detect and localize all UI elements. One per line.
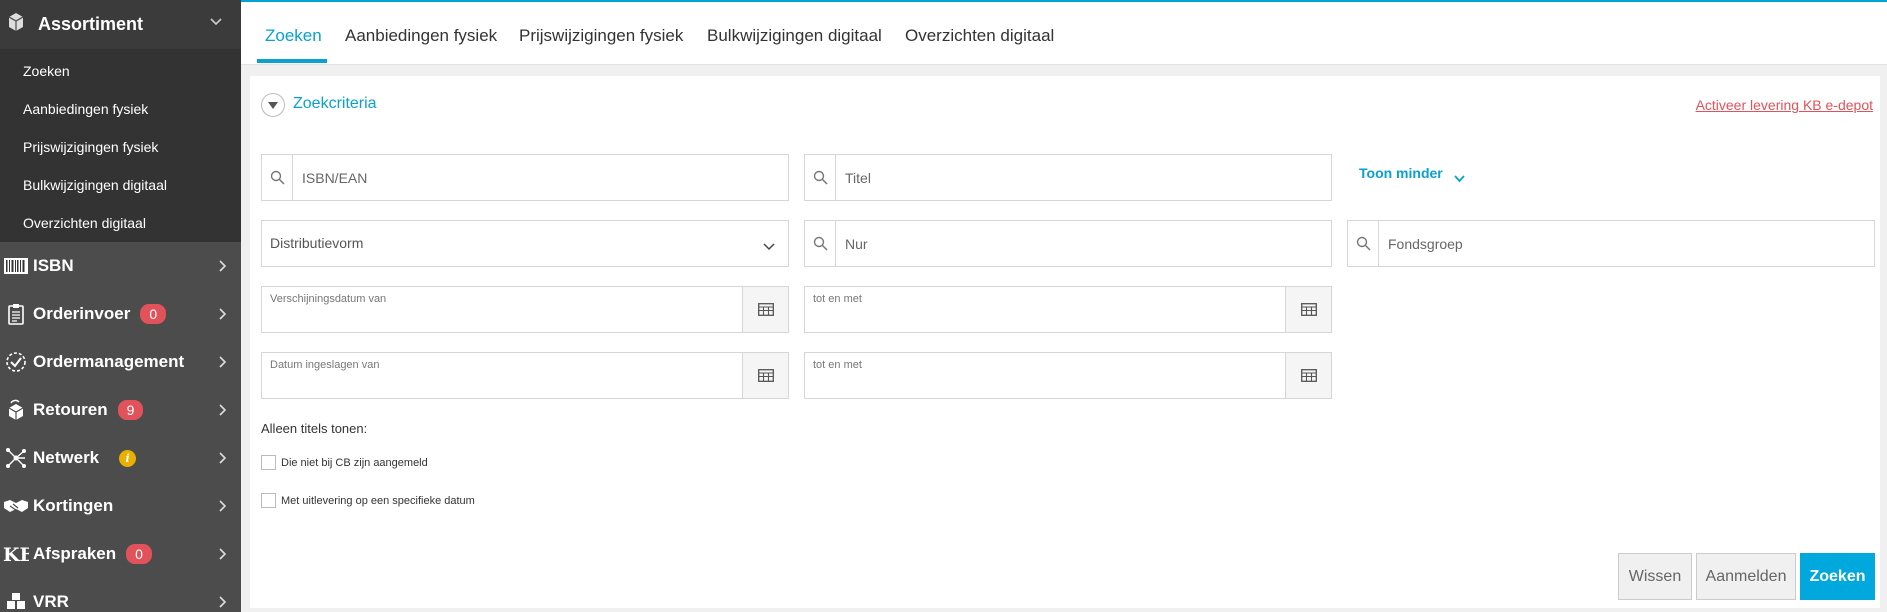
book-box-icon xyxy=(6,11,26,38)
chevron-down-icon xyxy=(209,14,223,33)
calendar-icon[interactable] xyxy=(1285,353,1331,398)
titel-placeholder: Titel xyxy=(845,170,871,186)
kb-logo-icon: KB xyxy=(2,542,29,566)
toon-minder-link[interactable]: Toon minder xyxy=(1359,165,1443,181)
checkbox-row-uitlevering[interactable]: Met uitlevering op een specifieke datum xyxy=(261,493,475,508)
chevron-right-icon xyxy=(218,498,228,518)
checkbox-row-niet-cb[interactable]: Die niet bij CB zijn aangemeld xyxy=(261,455,428,470)
chevron-right-icon xyxy=(218,354,228,374)
verschijningsdatum-tot-field[interactable]: tot en met xyxy=(804,286,1332,333)
chevron-right-icon xyxy=(218,594,228,612)
wissen-button[interactable]: Wissen xyxy=(1618,553,1692,600)
distributievorm-placeholder: Distributievorm xyxy=(270,235,364,251)
checkbox-uitlevering[interactable] xyxy=(261,493,276,508)
search-icon xyxy=(805,155,836,200)
svg-text:KB: KB xyxy=(3,544,29,565)
verschijningsdatum-tot-label: tot en met xyxy=(813,293,862,305)
isbn-field[interactable]: ISBN/EAN xyxy=(261,154,789,201)
sidebar-item-label: VRR xyxy=(33,592,69,611)
fondsgroep-field[interactable]: Fondsgroep xyxy=(1347,220,1875,267)
sidebar-section-assortiment[interactable]: Assortiment xyxy=(0,0,241,49)
barcode-icon xyxy=(2,254,29,278)
calendar-icon[interactable] xyxy=(1285,287,1331,332)
chevron-right-icon xyxy=(218,258,228,278)
search-icon xyxy=(262,155,293,200)
chevron-right-icon xyxy=(218,546,228,566)
search-icon xyxy=(1348,221,1379,266)
sidebar: Assortiment Zoeken Aanbiedingen fysiek P… xyxy=(0,0,241,612)
datum-ingeslagen-tot-field[interactable]: tot en met xyxy=(804,352,1332,399)
network-icon xyxy=(2,446,29,470)
active-tab-indicator xyxy=(257,59,327,63)
sidebar-item-label: Retouren xyxy=(33,400,108,419)
fondsgroep-placeholder: Fondsgroep xyxy=(1388,236,1463,252)
handshake-icon xyxy=(2,494,29,518)
sidebar-item-afspraken[interactable]: KB Afspraken 0 xyxy=(0,530,241,578)
verschijningsdatum-van-field[interactable]: Verschijningsdatum van xyxy=(261,286,789,333)
nur-field[interactable]: Nur xyxy=(804,220,1332,267)
submenu-item-aanbiedingen-fysiek[interactable]: Aanbiedingen fysiek xyxy=(0,90,241,128)
sidebar-item-label: ISBN xyxy=(33,256,74,275)
titel-field[interactable]: Titel xyxy=(804,154,1332,201)
panel-title[interactable]: Zoekcriteria xyxy=(293,95,377,113)
nur-placeholder: Nur xyxy=(845,236,868,252)
checkbox-label: Met uitlevering op een specifieke datum xyxy=(281,494,475,507)
sidebar-item-ordermanagement[interactable]: Ordermanagement xyxy=(0,338,241,386)
sidebar-item-label: Afspraken xyxy=(33,544,117,563)
zoeken-button[interactable]: Zoeken xyxy=(1800,553,1875,600)
activeer-kb-edepot-link[interactable]: Activeer levering KB e-depot xyxy=(1696,97,1873,113)
distributievorm-select[interactable]: Distributievorm xyxy=(261,220,789,267)
verschijningsdatum-van-label: Verschijningsdatum van xyxy=(270,293,387,305)
chevron-right-icon xyxy=(218,402,228,422)
sidebar-item-netwerk[interactable]: Netwerk i xyxy=(0,434,241,482)
search-icon xyxy=(805,221,836,266)
tab-zoeken[interactable]: Zoeken xyxy=(265,26,322,46)
tab-prijswijzigingen-fysiek[interactable]: Prijswijzigingen fysiek xyxy=(519,26,683,46)
count-badge: 0 xyxy=(126,544,152,564)
collapse-toggle-button[interactable] xyxy=(261,93,285,117)
tab-bar: Zoeken Aanbiedingen fysiek Prijswijzigin… xyxy=(241,2,1887,65)
return-box-icon xyxy=(2,398,29,422)
tab-overzichten-digitaal[interactable]: Overzichten digitaal xyxy=(905,26,1054,46)
submenu-item-prijswijzigingen-fysiek[interactable]: Prijswijzigingen fysiek xyxy=(0,128,241,166)
sidebar-item-label: Ordermanagement xyxy=(33,352,185,371)
count-badge: 9 xyxy=(117,400,144,420)
sidebar-item-label: Orderinvoer xyxy=(33,304,131,323)
clipboard-icon xyxy=(2,302,29,326)
submenu-item-overzichten-digitaal[interactable]: Overzichten digitaal xyxy=(0,204,241,242)
boxes-icon xyxy=(2,590,29,612)
sidebar-item-label: Netwerk xyxy=(33,448,100,467)
info-icon: i xyxy=(119,449,137,467)
datum-ingeslagen-tot-label: tot en met xyxy=(813,359,862,371)
sidebar-item-label: Kortingen xyxy=(33,496,114,515)
alleen-titels-label: Alleen titels tonen: xyxy=(261,421,368,436)
datum-ingeslagen-van-field[interactable]: Datum ingeslagen van xyxy=(261,352,789,399)
isbn-placeholder: ISBN/EAN xyxy=(302,170,368,186)
sidebar-section-label: Assortiment xyxy=(38,14,144,34)
datum-ingeslagen-van-label: Datum ingeslagen van xyxy=(270,359,380,371)
search-panel: Zoekcriteria Activeer levering KB e-depo… xyxy=(250,76,1880,608)
count-badge: 0 xyxy=(140,304,167,324)
sidebar-item-orderinvoer[interactable]: Orderinvoer 0 xyxy=(0,290,241,338)
checkbox-label: Die niet bij CB zijn aangemeld xyxy=(281,456,428,469)
chevron-down-icon xyxy=(763,238,775,256)
tab-bulkwijzigingen-digitaal[interactable]: Bulkwijzigingen digitaal xyxy=(707,26,882,46)
sidebar-submenu: Zoeken Aanbiedingen fysiek Prijswijzigin… xyxy=(0,49,241,242)
chevron-down-icon xyxy=(1454,170,1465,188)
checkbox-niet-cb[interactable] xyxy=(261,455,276,470)
calendar-icon[interactable] xyxy=(742,287,788,332)
sidebar-item-isbn[interactable]: ISBN xyxy=(0,242,241,290)
tab-aanbiedingen-fysiek[interactable]: Aanbiedingen fysiek xyxy=(345,26,497,46)
chevron-right-icon xyxy=(218,306,228,326)
sidebar-item-retouren[interactable]: Retouren 9 xyxy=(0,386,241,434)
sidebar-item-vrr[interactable]: VRR xyxy=(0,578,241,612)
aanmelden-button[interactable]: Aanmelden xyxy=(1696,553,1796,600)
chevron-right-icon xyxy=(218,450,228,470)
submenu-item-bulkwijzigingen-digitaal[interactable]: Bulkwijzigingen digitaal xyxy=(0,166,241,204)
calendar-icon[interactable] xyxy=(742,353,788,398)
submenu-item-zoeken[interactable]: Zoeken xyxy=(0,52,241,90)
check-circle-icon xyxy=(2,350,29,374)
caret-down-icon xyxy=(268,102,278,109)
sidebar-item-kortingen[interactable]: Kortingen xyxy=(0,482,241,530)
